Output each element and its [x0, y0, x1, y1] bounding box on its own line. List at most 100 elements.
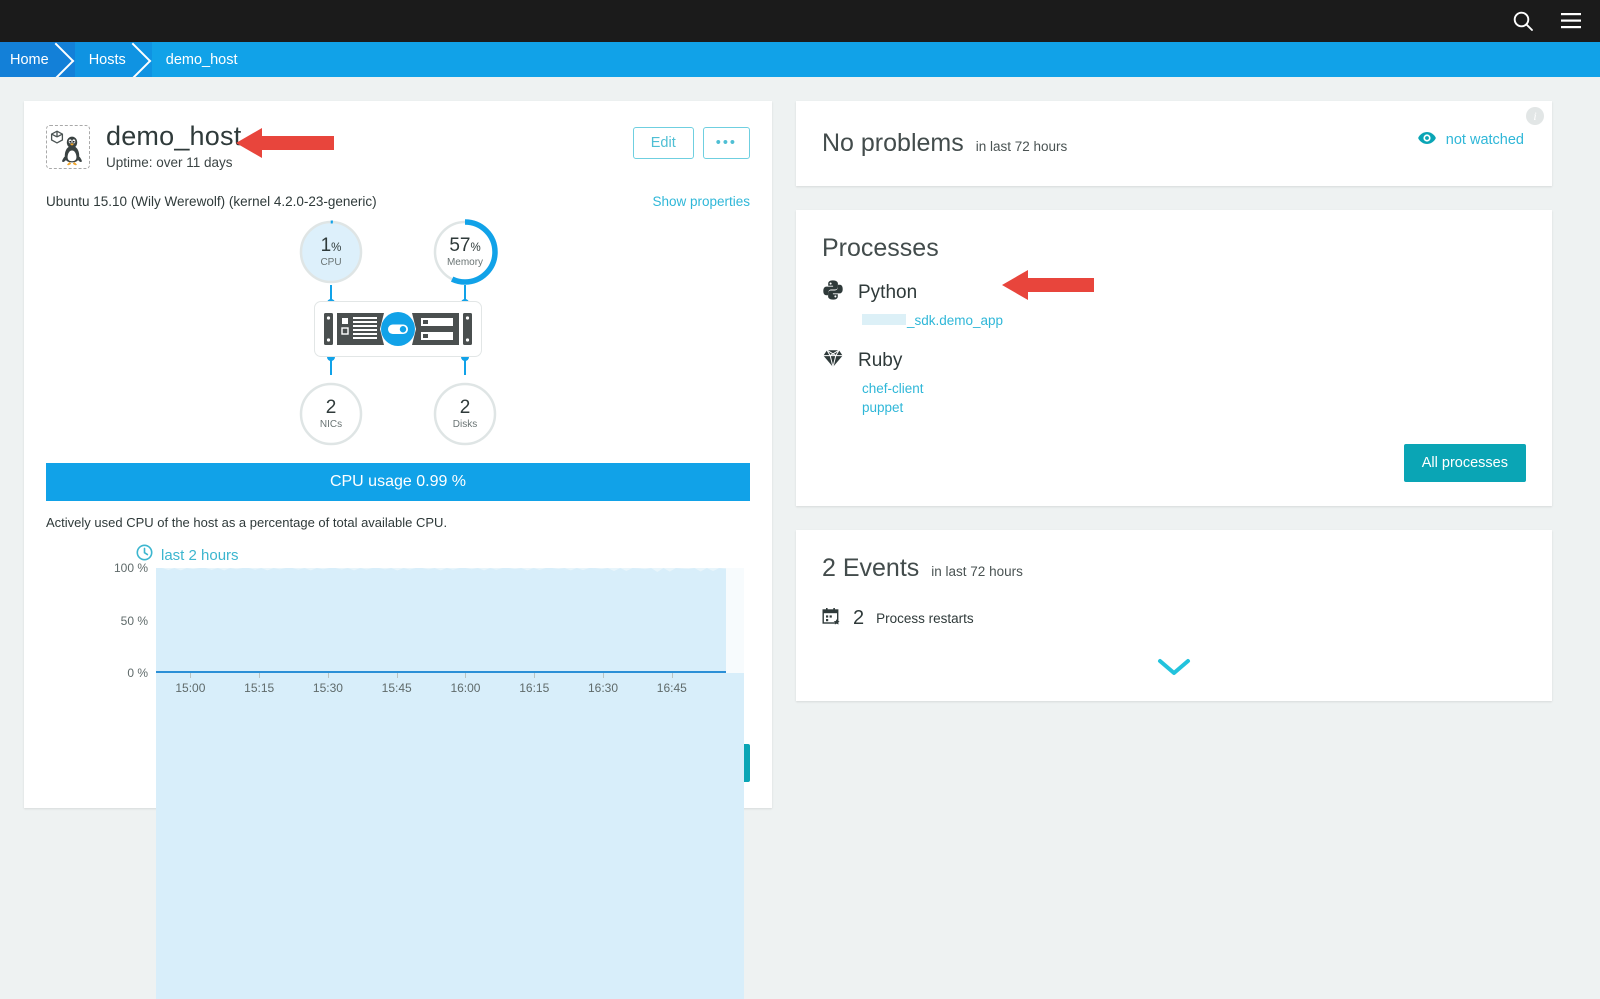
gauge-value: 2 [459, 397, 471, 418]
breadcrumb-label: demo_host [165, 51, 238, 68]
host-uptime: Uptime: over 11 days [106, 155, 233, 170]
x-tick-label: 15:30 [312, 681, 343, 695]
host-detail-card: demo_host Uptime: over 11 days Edit ••• … [24, 101, 772, 999]
x-tick-label: 15:45 [381, 681, 412, 695]
event-label: Process restarts [876, 611, 974, 627]
host-actions: Edit ••• [632, 127, 750, 159]
server-rack-icon [314, 301, 482, 357]
x-tick-label: 16:30 [588, 681, 619, 695]
python-logo-icon [822, 279, 844, 307]
process-group-ruby: Ruby chef-client puppet [822, 347, 1526, 418]
process-children: _sdk.demo_app [862, 311, 1526, 331]
watch-status-label: not watched [1445, 132, 1524, 148]
host-topology-diagram: 1% CPU 57% Memory 2 NICs 2 Disks [46, 219, 750, 447]
x-tick-mark [396, 673, 398, 678]
process-group-header[interactable]: Ruby [822, 347, 1526, 375]
gauge-cpu[interactable]: 1% CPU [298, 219, 364, 285]
x-tick-mark [603, 673, 605, 678]
gauge-label: Disks [452, 419, 478, 430]
edit-button[interactable]: Edit [632, 127, 694, 159]
page-content: demo_host Uptime: over 11 days Edit ••• … [0, 77, 1600, 999]
processes-title: Processes [822, 234, 939, 262]
x-tick-mark [465, 673, 467, 678]
all-processes-button[interactable]: All processes [1403, 443, 1526, 482]
y-tick-label: 50 % [120, 613, 148, 628]
problems-panel: No problems in last 72 hours not watched… [796, 101, 1552, 186]
chart-area-series [156, 568, 744, 999]
host-header: demo_host Uptime: over 11 days Edit ••• [46, 121, 750, 170]
hamburger-menu-icon[interactable] [1560, 12, 1582, 30]
process-children: chef-client puppet [862, 379, 1526, 418]
left-column: demo_host Uptime: over 11 days Edit ••• … [24, 101, 772, 999]
x-tick-mark [259, 673, 261, 678]
x-tick-mark [190, 673, 192, 678]
processes-footer: All processes [822, 443, 1526, 482]
top-bar [0, 0, 1600, 42]
linux-tux-host-icon [46, 125, 90, 169]
show-properties-link[interactable]: Show properties [652, 194, 750, 209]
breadcrumb-item-hosts[interactable]: Hosts [74, 42, 153, 77]
y-tick-label: 100 % [113, 561, 148, 575]
x-tick-mark [327, 673, 329, 678]
chart-future-region [726, 568, 744, 673]
info-icon[interactable]: i [1526, 107, 1544, 125]
y-tick-label: 0 % [127, 666, 148, 680]
process-group-header[interactable]: Python [822, 279, 1526, 307]
events-subtitle: in last 72 hours [931, 563, 1023, 579]
gauge-nics[interactable]: 2 NICs [298, 381, 364, 447]
process-child-item[interactable]: puppet [862, 398, 1526, 418]
breadcrumb-item-home[interactable]: Home [0, 42, 75, 77]
gauge-value: 1 [320, 235, 332, 256]
chart-series-idle [156, 568, 744, 999]
gauge-unit: % [331, 242, 342, 254]
process-child-item[interactable]: _sdk.demo_app [862, 311, 1526, 331]
calendar-event-icon [822, 607, 841, 631]
x-tick-label: 16:00 [450, 681, 481, 695]
chevron-down-icon[interactable] [822, 657, 1526, 677]
breadcrumb-chevron-icon [131, 42, 153, 77]
x-tick-label: 16:45 [656, 681, 687, 695]
events-title: 2 Events [822, 553, 920, 582]
os-info-row: Ubuntu 15.10 (Wily Werewolf) (kernel 4.2… [46, 194, 750, 209]
gauge-disks[interactable]: 2 Disks [432, 381, 498, 447]
x-tick-label: 16:15 [519, 681, 550, 695]
problems-subtitle: in last 72 hours [975, 139, 1068, 154]
x-tick-label: 15:15 [244, 681, 275, 695]
event-count: 2 [853, 607, 865, 630]
chart-x-axis: 15:00 15:15 15:30 15:45 16:00 16:15 16:30 16:45 [156, 673, 744, 699]
cpu-usage-header: CPU usage 0.99 % [46, 463, 750, 501]
cpu-usage-description: Actively used CPU of the host as a perce… [46, 515, 448, 530]
event-row[interactable]: 2 Process restarts [822, 607, 1526, 631]
time-range-label: last 2 hours [161, 546, 239, 564]
ruby-logo-icon [822, 347, 844, 375]
host-title-block: demo_host Uptime: over 11 days [106, 121, 633, 170]
more-options-button[interactable]: ••• [702, 127, 750, 159]
gauge-unit: % [470, 242, 481, 254]
breadcrumb-item-demo-host: demo_host [151, 42, 264, 77]
page-title: demo_host [106, 121, 242, 151]
processes-panel: Processes Python _sdk.demo_app Ruby chef… [796, 210, 1552, 506]
events-header: 2 Events in last 72 hours [822, 554, 1526, 583]
os-version-text: Ubuntu 15.10 (Wily Werewolf) (kernel 4.2… [46, 194, 377, 209]
search-icon[interactable] [1512, 10, 1534, 32]
events-panel: 2 Events in last 72 hours 2 Process rest… [796, 529, 1552, 701]
gauge-label: Memory [446, 257, 484, 268]
process-name: Ruby [858, 349, 903, 371]
breadcrumb: Home Hosts demo_host [0, 42, 1600, 77]
process-child-item[interactable]: chef-client [862, 379, 1526, 399]
breadcrumb-label: Hosts [88, 51, 126, 68]
chart-y-axis: 100 % 50 % 0 % [102, 561, 148, 680]
cpu-usage-chart: 100 % 50 % 0 % 15:00 15:15 15:30 15:45 16:00… [102, 561, 750, 999]
x-tick-label: 15:00 [175, 681, 206, 695]
x-tick-mark [534, 673, 536, 678]
breadcrumb-chevron-icon [54, 42, 76, 77]
chart-plot-area [156, 568, 744, 999]
time-range-selector[interactable]: last 2 hours [136, 544, 750, 566]
gauge-value: 57 [449, 235, 471, 256]
watch-status[interactable]: not watched [1417, 131, 1524, 149]
x-tick-mark [671, 673, 673, 678]
right-column: No problems in last 72 hours not watched… [796, 101, 1552, 725]
gauge-memory[interactable]: 57% Memory [432, 219, 498, 285]
gauge-label: CPU [320, 257, 342, 268]
process-group-python: Python _sdk.demo_app [822, 279, 1526, 331]
